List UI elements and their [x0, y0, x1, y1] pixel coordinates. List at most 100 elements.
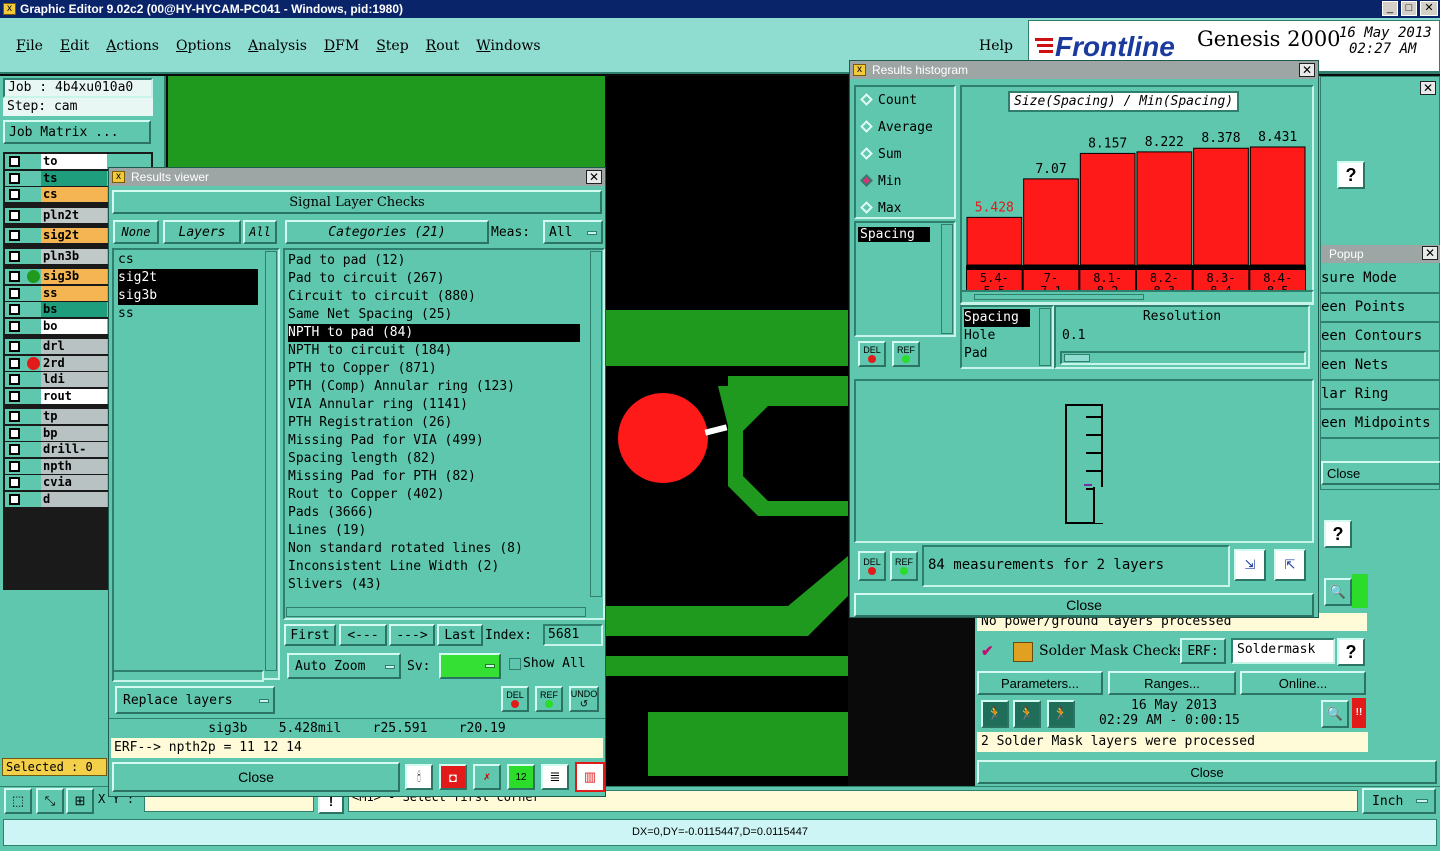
popup-item[interactable]: een Contours: [1321, 323, 1440, 352]
popup-item[interactable]: lar Ring: [1321, 381, 1440, 410]
category-item[interactable]: Circuit to circuit (880): [288, 288, 600, 306]
results-viewer-close-icon[interactable]: ✕: [586, 170, 602, 184]
category-item[interactable]: Inconsistent Line Width (2): [288, 558, 600, 576]
zoom-icon[interactable]: 🔍: [1324, 578, 1352, 606]
popup-item[interactable]: sure Mode: [1321, 265, 1440, 294]
option-sum[interactable]: Sum: [860, 145, 954, 172]
layer-checkbox[interactable]: [9, 250, 20, 262]
next-button[interactable]: --->: [389, 624, 435, 646]
layer-checkbox[interactable]: [9, 156, 20, 167]
attribute-scrollbar[interactable]: [1039, 308, 1051, 366]
category-item[interactable]: Spacing length (82): [288, 450, 600, 468]
checkmark-icon[interactable]: ✔: [981, 642, 994, 660]
maximize-button[interactable]: □: [1401, 1, 1417, 16]
resolution-slider[interactable]: [1060, 351, 1306, 365]
category-item[interactable]: Pad to circuit (267): [288, 270, 600, 288]
hist-ref-button[interactable]: REF: [892, 341, 920, 367]
tool-icon-2[interactable]: ◘: [439, 764, 467, 790]
option-min[interactable]: Min: [860, 172, 954, 199]
help-question-button-3[interactable]: ?: [1337, 638, 1365, 666]
layer-checkbox[interactable]: [9, 287, 20, 299]
none-button[interactable]: None: [113, 220, 159, 244]
category-item[interactable]: Missing Pad for VIA (499): [288, 432, 600, 450]
attribute-item[interactable]: Spacing: [964, 309, 1030, 327]
help-menu[interactable]: Help: [979, 38, 1013, 54]
attribute-list[interactable]: Spacing Hole Pad: [960, 305, 1054, 369]
attribute-item[interactable]: Pad: [964, 345, 1050, 363]
category-item[interactable]: NPTH to circuit (184): [288, 342, 600, 360]
menu-rout[interactable]: Rout: [426, 38, 460, 54]
meas-select[interactable]: All: [543, 220, 603, 244]
layer-checkbox[interactable]: [9, 341, 20, 352]
categories-button[interactable]: Categories (21): [285, 220, 489, 244]
result-layer-item[interactable]: cs: [118, 251, 274, 269]
histogram-bar[interactable]: [1249, 146, 1306, 266]
layer-checkbox[interactable]: [9, 172, 20, 184]
prev-button[interactable]: <---: [339, 624, 387, 646]
category-item[interactable]: PTH Registration (26): [288, 414, 600, 432]
menu-windows[interactable]: Windows: [476, 38, 540, 54]
layer-checkbox[interactable]: [9, 320, 20, 332]
menu-analysis[interactable]: Analysis: [248, 38, 307, 54]
layer-checkbox[interactable]: [9, 493, 20, 505]
layer-checkbox[interactable]: [9, 230, 20, 241]
histogram-bar[interactable]: [966, 216, 1023, 266]
report-icon[interactable]: ≣: [541, 764, 569, 790]
histogram-bar[interactable]: [1193, 147, 1249, 266]
categories-listbox[interactable]: Pad to pad (12) Pad to circuit (267) Circu…: [283, 248, 605, 620]
job-matrix-button[interactable]: Job Matrix ...: [3, 120, 151, 144]
layer-list-scrollbar[interactable]: [265, 251, 277, 671]
del-button[interactable]: DEL: [501, 686, 529, 712]
layer-checkbox[interactable]: [9, 271, 20, 282]
result-layer-item[interactable]: sig3b: [118, 287, 258, 305]
tool-icon-4[interactable]: 12: [507, 764, 535, 790]
layer-checkbox[interactable]: [9, 390, 20, 402]
ranges-button[interactable]: Ranges...: [1108, 671, 1236, 695]
menu-actions[interactable]: Actions: [106, 38, 159, 54]
sv-color-select[interactable]: [439, 653, 501, 679]
category-item[interactable]: NPTH to pad (84): [288, 324, 580, 342]
zoom-window-icon[interactable]: ⤡: [36, 788, 64, 814]
help-question-button[interactable]: ?: [1337, 161, 1365, 189]
layer-checkbox[interactable]: [9, 374, 20, 385]
category-item[interactable]: PTH (Comp) Annular ring (123): [288, 378, 600, 396]
menu-dfm[interactable]: DFM: [324, 38, 359, 54]
erf-label-button[interactable]: ERF:: [1180, 638, 1226, 664]
parameters-button[interactable]: Parameters...: [977, 671, 1103, 695]
layer-hscrollbar[interactable]: [112, 670, 264, 682]
erf-value-field[interactable]: Soldermask: [1231, 638, 1335, 664]
popup-close-icon[interactable]: ✕: [1422, 246, 1438, 260]
histogram-list[interactable]: Spacing: [854, 221, 956, 337]
hist-del-button[interactable]: DEL: [858, 341, 886, 367]
popup-item[interactable]: een Nets: [1321, 352, 1440, 381]
select-box-icon[interactable]: ⬚: [4, 788, 32, 814]
menu-edit[interactable]: Edit: [60, 38, 89, 54]
layer-checkbox[interactable]: [9, 209, 20, 221]
category-item[interactable]: Lines (19): [288, 522, 600, 540]
categories-scrollbar[interactable]: [590, 251, 602, 597]
all-layers-button[interactable]: All: [243, 220, 277, 244]
run-icon-3[interactable]: 🏃: [1047, 700, 1075, 728]
option-average[interactable]: Average: [860, 118, 954, 145]
layer-checkbox[interactable]: [9, 411, 20, 422]
layer-listbox[interactable]: cs sig2t sig3b ss: [112, 248, 280, 680]
grid-icon[interactable]: ⊞: [66, 788, 94, 814]
category-item[interactable]: Missing Pad for PTH (82): [288, 468, 600, 486]
histogram-bar[interactable]: [1079, 152, 1136, 266]
menu-file[interactable]: File: [16, 38, 43, 54]
run-icon-1[interactable]: 🏃: [981, 700, 1009, 728]
undo-button[interactable]: UNDO ↺: [569, 686, 599, 712]
category-item[interactable]: VIA Annular ring (1141): [288, 396, 600, 414]
result-layer-item[interactable]: ss: [118, 305, 274, 323]
layer-checkbox[interactable]: [9, 189, 20, 200]
category-item[interactable]: Rout to Copper (402): [288, 486, 600, 504]
window-close-button[interactable]: ✕: [1420, 1, 1438, 16]
spacing-list-item[interactable]: Spacing: [858, 227, 930, 242]
minimize-button[interactable]: _: [1382, 1, 1398, 16]
tool-icon-3[interactable]: ✗: [473, 764, 501, 790]
category-item[interactable]: PTH to Copper (871): [288, 360, 600, 378]
units-select[interactable]: Inch: [1362, 788, 1436, 814]
run-icon-2[interactable]: 🏃: [1013, 700, 1041, 728]
layer-checkbox[interactable]: [9, 427, 20, 439]
last-button[interactable]: Last: [437, 624, 483, 646]
